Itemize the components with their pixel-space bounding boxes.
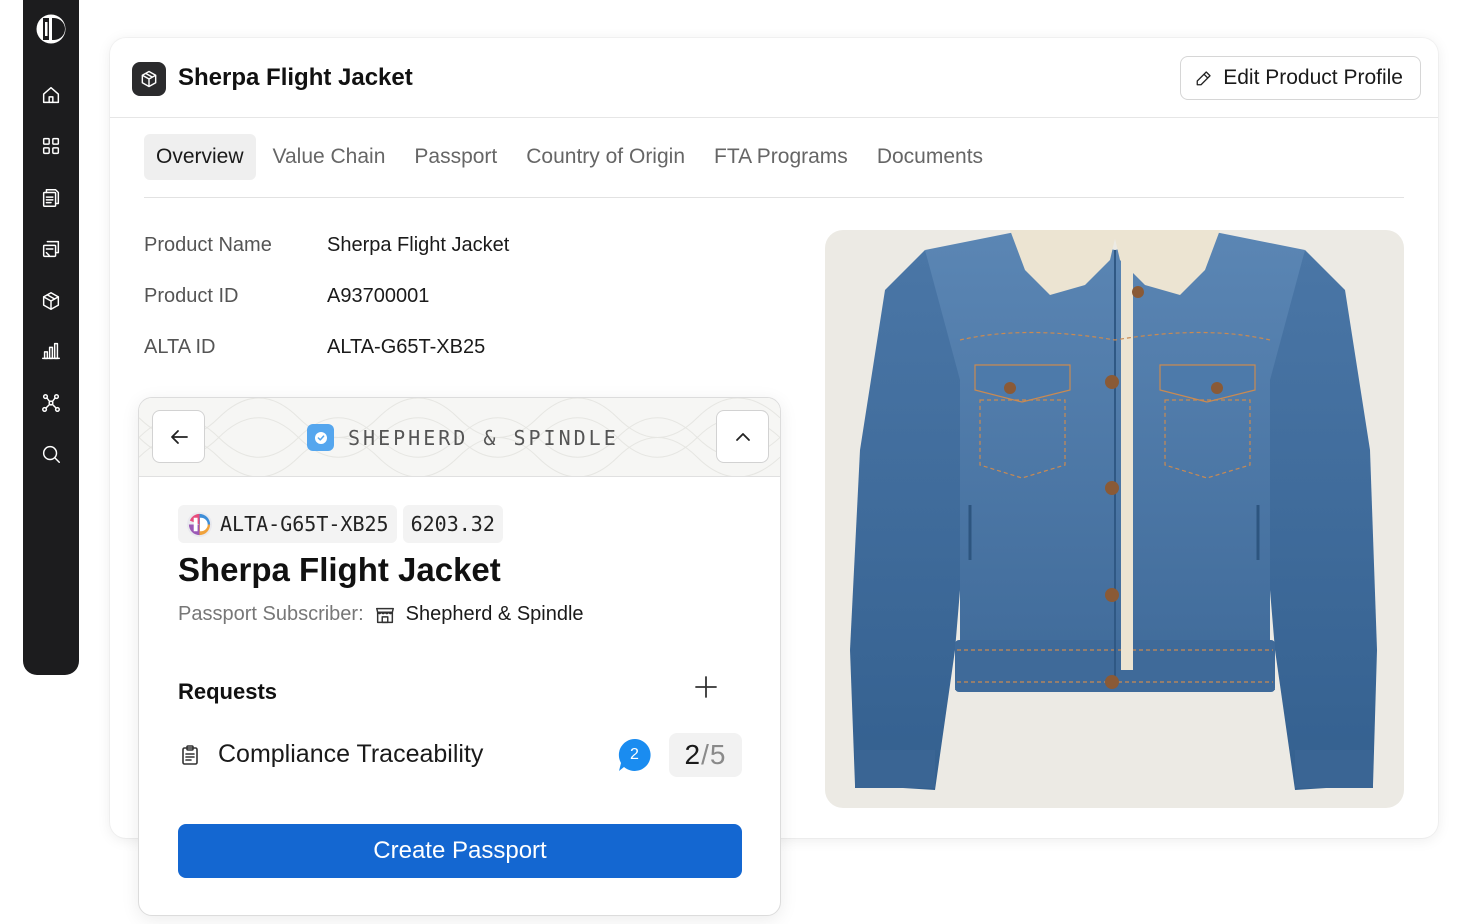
storefront-icon bbox=[375, 607, 394, 623]
info-label: Product Name bbox=[144, 234, 272, 256]
tab-fta-programs[interactable]: FTA Programs bbox=[702, 134, 860, 180]
page-title: Sherpa Flight Jacket bbox=[178, 64, 413, 91]
package-icon bbox=[132, 62, 166, 96]
add-request-button[interactable] bbox=[692, 673, 720, 701]
passport-title: Sherpa Flight Jacket bbox=[178, 551, 501, 588]
receipt-icon[interactable] bbox=[39, 237, 63, 261]
app-logo[interactable] bbox=[35, 12, 67, 46]
info-value: ALTA-G65T-XB25 bbox=[327, 336, 486, 358]
tab-country-of-origin[interactable]: Country of Origin bbox=[514, 134, 697, 180]
documents-icon[interactable] bbox=[39, 186, 63, 210]
info-label: Product ID bbox=[144, 285, 239, 307]
app-root: Sherpa Flight Jacket Edit Product Profil… bbox=[0, 0, 1472, 924]
tab-documents[interactable]: Documents bbox=[865, 134, 995, 180]
request-progress: 2 / 5 bbox=[669, 733, 742, 777]
arrow-left-icon bbox=[170, 429, 188, 444]
brand: SHEPHERD & SPINDLE bbox=[307, 424, 619, 451]
comment-count: 2 bbox=[630, 745, 639, 763]
passport-card: SHEPHERD & SPINDLE ALTA-G65T-XB25 6203.3… bbox=[138, 397, 781, 916]
pencil-icon bbox=[1196, 71, 1211, 86]
product-image bbox=[825, 230, 1404, 808]
request-row[interactable]: Compliance Traceability 2 2 / 5 bbox=[178, 733, 743, 779]
progress-separator: / bbox=[701, 739, 710, 770]
verified-badge-icon bbox=[307, 424, 334, 451]
search-icon[interactable] bbox=[39, 442, 63, 466]
create-passport-button[interactable]: Create Passport bbox=[178, 824, 742, 878]
card-header: Sherpa Flight Jacket Edit Product Profil… bbox=[110, 38, 1438, 118]
brand-name: SHEPHERD & SPINDLE bbox=[348, 425, 619, 450]
requests-title: Requests bbox=[178, 679, 278, 704]
collapse-button[interactable] bbox=[716, 410, 769, 463]
hs-code-text: 6203.32 bbox=[410, 512, 495, 536]
subscriber-name[interactable]: Shepherd & Spindle bbox=[406, 603, 584, 626]
clipboard-icon bbox=[178, 743, 202, 767]
alta-id-chip: ALTA-G65T-XB25 bbox=[178, 505, 397, 543]
alta-id-text: ALTA-G65T-XB25 bbox=[220, 512, 389, 536]
chevron-up-icon bbox=[735, 432, 750, 441]
tab-value-chain[interactable]: Value Chain bbox=[261, 134, 398, 180]
subscriber-label: Passport Subscriber: bbox=[178, 603, 364, 625]
tab-bar: Overview Value Chain Passport Country of… bbox=[144, 134, 1404, 198]
edit-product-profile-button[interactable]: Edit Product Profile bbox=[1180, 56, 1421, 100]
progress-total: 5 bbox=[709, 739, 727, 770]
tab-overview[interactable]: Overview bbox=[144, 134, 256, 180]
passport-subscriber: Passport Subscriber: Shepherd & Spindle bbox=[178, 603, 584, 626]
info-label: ALTA ID bbox=[144, 336, 216, 358]
id-chips: ALTA-G65T-XB25 6203.32 bbox=[178, 505, 503, 543]
hs-code-chip: 6203.32 bbox=[402, 505, 503, 543]
edit-button-label: Edit Product Profile bbox=[1223, 66, 1403, 89]
network-icon[interactable] bbox=[39, 391, 63, 415]
plus-icon bbox=[695, 676, 717, 698]
request-label: Compliance Traceability bbox=[218, 740, 484, 768]
tab-passport[interactable]: Passport bbox=[402, 134, 509, 180]
info-value: Sherpa Flight Jacket bbox=[327, 234, 510, 256]
box-icon[interactable] bbox=[39, 289, 63, 313]
info-value: A93700001 bbox=[327, 285, 430, 307]
passport-header: SHEPHERD & SPINDLE bbox=[139, 398, 780, 477]
comment-count-badge[interactable]: 2 bbox=[618, 738, 652, 772]
alta-logo-icon bbox=[186, 511, 213, 537]
bar-chart-icon[interactable] bbox=[39, 339, 63, 363]
sidebar bbox=[23, 0, 79, 675]
home-icon[interactable] bbox=[39, 83, 63, 107]
grid-icon[interactable] bbox=[39, 134, 63, 158]
back-button[interactable] bbox=[152, 410, 205, 463]
progress-done: 2 bbox=[684, 739, 702, 770]
